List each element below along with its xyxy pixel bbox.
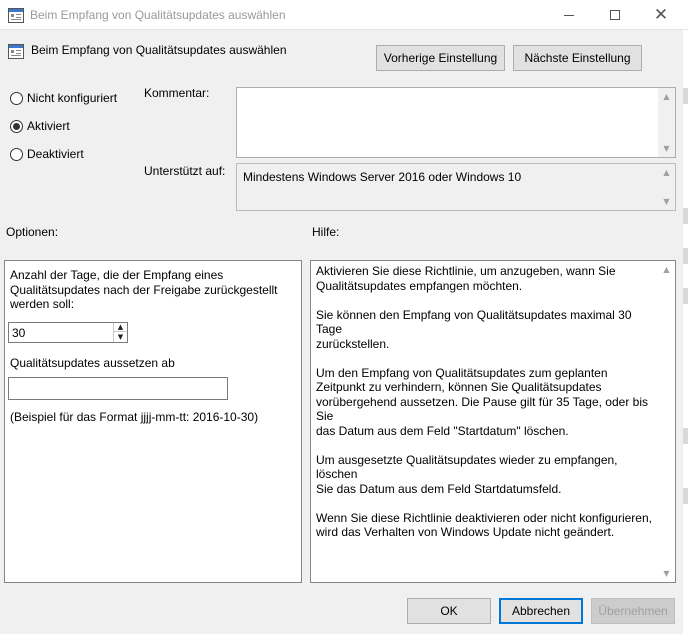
help-paragraph: Sie können den Empfang von Qualitätsupda…: [316, 307, 632, 351]
radio-circle[interactable]: [10, 119, 23, 133]
help-paragraph: Um ausgesetzte Qualitätsupdates wieder z…: [316, 452, 618, 496]
supported-scrollbar[interactable]: ▲ ▼: [658, 164, 675, 210]
maximize-icon: [610, 10, 620, 20]
scroll-up-icon[interactable]: ▲: [658, 261, 675, 278]
format-hint: (Beispiel für das Format jjjj-mm-tt: 201…: [10, 410, 259, 424]
close-icon: ✕: [653, 4, 669, 25]
defer-label-line: Qualitätsupdates nach der Freigabe zurüc…: [10, 282, 278, 297]
supported-on-value: Mindestens Windows Server 2016 oder Wind…: [243, 170, 522, 184]
radio-label: Deaktiviert: [27, 147, 84, 161]
comment-label: Kommentar:: [144, 86, 210, 100]
options-label: Optionen:: [6, 225, 59, 239]
pause-date-input[interactable]: [8, 377, 228, 400]
help-text: Aktivieren Sie diese Richtlinie, um anzu…: [316, 264, 656, 554]
chevron-down-icon[interactable]: ▼: [114, 332, 127, 341]
apply-button[interactable]: Übernehmen: [591, 598, 675, 624]
stepper-buttons[interactable]: ▲ ▼: [113, 323, 127, 342]
comment-scrollbar[interactable]: ▲ ▼: [658, 88, 675, 157]
maximize-button[interactable]: [592, 0, 638, 30]
minimize-button[interactable]: [546, 0, 592, 30]
policy-setting-icon: [8, 44, 24, 59]
defer-days-value[interactable]: 30: [12, 326, 25, 340]
scroll-down-icon[interactable]: ▼: [658, 140, 675, 157]
scroll-down-icon[interactable]: ▼: [658, 193, 675, 210]
window-title: Beim Empfang von Qualitätsupdates auswäh…: [30, 8, 286, 22]
radio-circle[interactable]: [10, 147, 23, 161]
help-paragraph: Aktivieren Sie diese Richtlinie, um anzu…: [316, 264, 616, 293]
supported-on-field: Mindestens Windows Server 2016 oder Wind…: [236, 163, 676, 211]
policy-title: Beim Empfang von Qualitätsupdates auswäh…: [31, 43, 287, 57]
options-panel: Anzahl der Tage, die der Empfang eines Q…: [4, 260, 302, 583]
help-scrollbar[interactable]: ▲ ▼: [658, 261, 675, 582]
radio-not-configured[interactable]: Nicht konfiguriert: [10, 91, 117, 105]
edge-segment: [683, 248, 688, 264]
scroll-down-icon[interactable]: ▼: [658, 565, 675, 582]
help-paragraph: Wenn Sie diese Richtlinie deaktivieren o…: [316, 510, 652, 540]
comment-field[interactable]: ▲ ▼: [236, 87, 676, 158]
next-setting-button[interactable]: Nächste Einstellung: [513, 45, 642, 71]
previous-setting-button[interactable]: Vorherige Einstellung: [376, 45, 505, 71]
cancel-button[interactable]: Abbrechen: [499, 598, 583, 624]
help-paragraph: Um den Empfang von Qualitätsupdates zum …: [316, 365, 648, 438]
ok-button[interactable]: OK: [407, 598, 491, 624]
edge-segment: [683, 288, 688, 304]
radio-label: Nicht konfiguriert: [27, 91, 118, 105]
scroll-up-icon[interactable]: ▲: [658, 164, 675, 181]
edge-segment: [683, 88, 688, 104]
defer-label-line: werden soll:: [10, 297, 75, 311]
scroll-up-icon[interactable]: ▲: [658, 88, 675, 105]
policy-window-icon: [8, 8, 24, 23]
edge-segment: [683, 208, 688, 224]
minimize-icon: [564, 14, 574, 16]
close-button[interactable]: ✕: [638, 0, 684, 30]
edge-segment: [683, 428, 688, 444]
radio-disabled[interactable]: Deaktiviert: [10, 147, 84, 161]
edge-segment: [683, 488, 688, 504]
help-label: Hilfe:: [312, 225, 340, 239]
defer-days-label: Anzahl der Tage, die der Empfang eines Q…: [10, 268, 278, 312]
pause-label: Qualitätsupdates aussetzen ab: [10, 356, 175, 370]
defer-label-line: Anzahl der Tage, die der Empfang eines: [10, 268, 224, 282]
radio-label: Aktiviert: [27, 119, 70, 133]
radio-enabled[interactable]: Aktiviert: [10, 119, 70, 133]
background-window-edge: [683, 30, 688, 634]
help-panel: Aktivieren Sie diese Richtlinie, um anzu…: [310, 260, 676, 583]
title-bar: Beim Empfang von Qualitätsupdates auswäh…: [0, 0, 688, 30]
supported-on-label: Unterstützt auf:: [144, 164, 226, 178]
chevron-up-icon[interactable]: ▲: [114, 323, 127, 332]
radio-circle[interactable]: [10, 91, 23, 105]
defer-days-stepper[interactable]: 30 ▲ ▼: [8, 322, 128, 343]
